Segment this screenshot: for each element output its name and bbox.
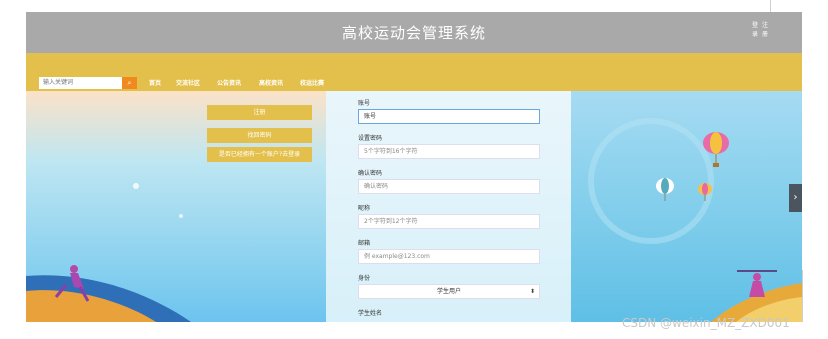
- password-label: 设置密码: [358, 135, 383, 142]
- left-scenery: [26, 183, 191, 322]
- go-login-button[interactable]: 是否已经拥有一个账户?去登录: [207, 147, 312, 162]
- role-value: 学生用户: [436, 288, 461, 295]
- email-field[interactable]: 例 example@123.com: [358, 249, 540, 264]
- watermark: CSDN @weixin_MZ_ZXD001: [622, 316, 790, 330]
- right-divider: [802, 270, 803, 322]
- background-right-artwork: [571, 91, 802, 322]
- login-link-char-1[interactable]: 登: [752, 21, 758, 30]
- confirm-password-label: 确认密码: [358, 170, 383, 177]
- student-name-label: 学生姓名: [358, 310, 383, 317]
- role-label: 身份: [358, 275, 371, 282]
- register-button[interactable]: 注册: [207, 105, 312, 120]
- register-link-char-2[interactable]: 册: [762, 30, 768, 39]
- nav-item-home[interactable]: 首页: [149, 78, 161, 87]
- find-password-button[interactable]: 找回密码: [207, 128, 312, 143]
- nav-item-competitions[interactable]: 校运比赛: [300, 78, 324, 87]
- login-link-char-2[interactable]: 录: [752, 30, 758, 39]
- nav-item-announcements[interactable]: 公告资讯: [217, 78, 241, 87]
- background-left-artwork: [26, 91, 326, 322]
- search-button[interactable]: ⌕: [122, 77, 137, 89]
- nav-item-forum[interactable]: 交流社区: [176, 78, 200, 87]
- app-title: 高校运动会管理系统: [341, 24, 486, 42]
- account-label: 账号: [358, 100, 371, 107]
- app-window: 高校运动会管理系统 登注 录册 ⌕ 首页 交流社区 公告资讯 高校资讯 校运比赛: [26, 12, 802, 322]
- role-select[interactable]: 学生用户 ⬍: [358, 284, 540, 299]
- chevron-right-icon: ›: [793, 192, 798, 203]
- search-input[interactable]: [39, 77, 122, 89]
- nav-bar: ⌕ 首页 交流社区 公告资讯 高校资讯 校运比赛: [26, 53, 802, 91]
- side-expand-button[interactable]: ›: [789, 184, 802, 212]
- title-bar: 高校运动会管理系统 登注 录册: [26, 12, 802, 53]
- nav-item-campus-news[interactable]: 高校资讯: [259, 78, 283, 87]
- email-label: 邮箱: [358, 240, 371, 247]
- nickname-label: 昵称: [358, 205, 371, 212]
- register-link-char-1[interactable]: 注: [762, 21, 768, 30]
- password-field[interactable]: 5个字符到16个字符: [358, 144, 540, 159]
- account-field[interactable]: 账号: [358, 109, 540, 124]
- confirm-password-field[interactable]: 确认密码: [358, 179, 540, 194]
- search-icon: ⌕: [127, 79, 132, 87]
- top-divider: [770, 0, 771, 12]
- chevron-down-icon: ⬍: [529, 288, 535, 295]
- right-scenery: [588, 118, 802, 322]
- top-links: 登注 录册: [752, 21, 782, 39]
- nickname-field[interactable]: 2个字符到12个字符: [358, 214, 540, 229]
